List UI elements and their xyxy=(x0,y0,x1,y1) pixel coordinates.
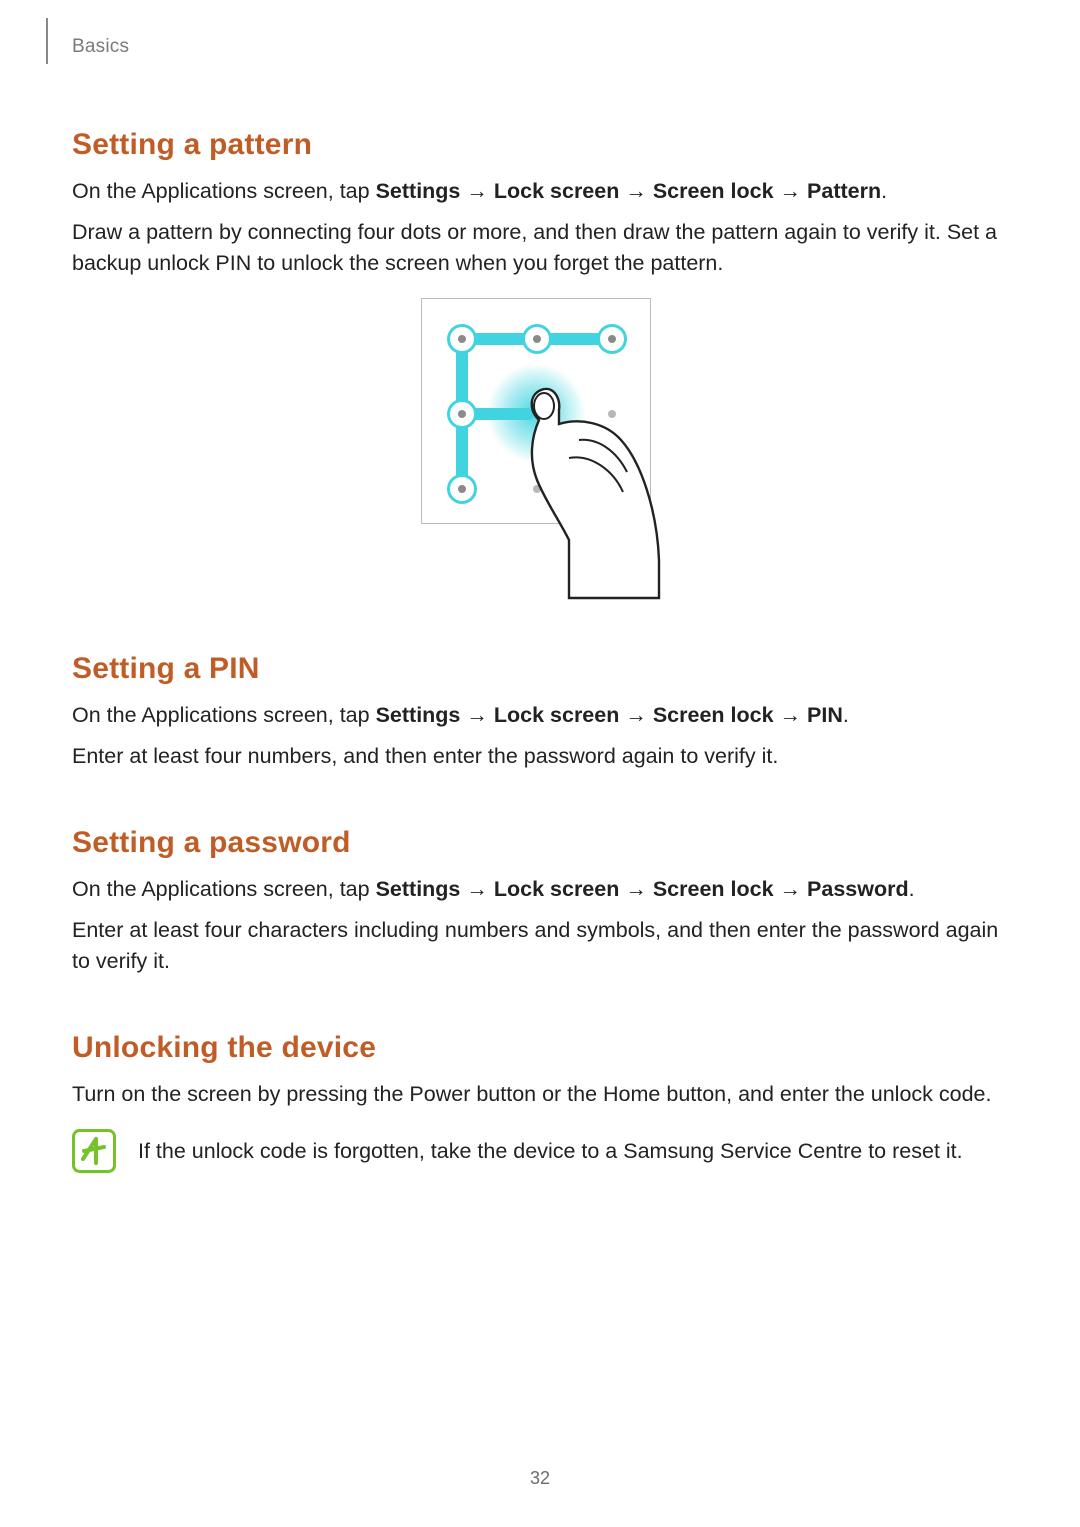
nav-item: Settings xyxy=(376,703,461,727)
hand-icon xyxy=(509,380,679,600)
arrow-icon: → xyxy=(466,703,488,727)
unlock-body: Turn on the screen by pressing the Power… xyxy=(72,1079,1000,1110)
nav-item: Lock screen xyxy=(494,877,619,901)
note-text: If the unlock code is forgotten, take th… xyxy=(138,1136,963,1166)
text: . xyxy=(909,877,915,901)
page-number: 32 xyxy=(0,1468,1080,1489)
nav-item: Screen lock xyxy=(653,179,774,203)
nav-item: Settings xyxy=(376,179,461,203)
text: . xyxy=(881,179,887,203)
note-icon xyxy=(72,1129,116,1173)
pattern-dot xyxy=(447,399,477,429)
pattern-body: Draw a pattern by connecting four dots o… xyxy=(72,217,1000,279)
heading-pattern: Setting a pattern xyxy=(72,128,1000,162)
nav-item: Screen lock xyxy=(653,703,774,727)
nav-item: Settings xyxy=(376,877,461,901)
password-nav: On the Applications screen, tap Settings… xyxy=(72,874,1000,905)
text: . xyxy=(843,703,849,727)
pattern-figure xyxy=(72,298,1000,598)
nav-item: Lock screen xyxy=(494,703,619,727)
arrow-icon: → xyxy=(466,877,488,901)
nav-item: Password xyxy=(807,877,909,901)
arrow-icon: → xyxy=(780,703,802,727)
heading-unlock: Unlocking the device xyxy=(72,1031,1000,1065)
arrow-icon: → xyxy=(780,179,802,203)
pin-nav: On the Applications screen, tap Settings… xyxy=(72,700,1000,731)
text: On the Applications screen, tap xyxy=(72,877,376,901)
nav-item: Pattern xyxy=(807,179,881,203)
arrow-icon: → xyxy=(625,179,647,203)
arrow-icon: → xyxy=(780,877,802,901)
heading-pin: Setting a PIN xyxy=(72,652,1000,686)
note-row: If the unlock code is forgotten, take th… xyxy=(72,1129,1000,1173)
arrow-icon: → xyxy=(466,179,488,203)
nav-item: PIN xyxy=(807,703,843,727)
pin-body: Enter at least four numbers, and then en… xyxy=(72,741,1000,772)
text: On the Applications screen, tap xyxy=(72,703,376,727)
text: On the Applications screen, tap xyxy=(72,179,376,203)
breadcrumb: Basics xyxy=(72,36,129,58)
arrow-icon: → xyxy=(625,877,647,901)
content: Setting a pattern On the Applications sc… xyxy=(72,30,1000,1173)
pattern-nav: On the Applications screen, tap Settings… xyxy=(72,176,1000,207)
pattern-dot xyxy=(597,324,627,354)
pattern-dot xyxy=(522,324,552,354)
pattern-dot xyxy=(447,474,477,504)
header-divider xyxy=(46,18,48,64)
page: Basics Setting a pattern On the Applicat… xyxy=(0,0,1080,1527)
pattern-figure-inner xyxy=(421,298,651,598)
pattern-dot xyxy=(447,324,477,354)
heading-password: Setting a password xyxy=(72,826,1000,860)
nav-item: Lock screen xyxy=(494,179,619,203)
nav-item: Screen lock xyxy=(653,877,774,901)
password-body: Enter at least four characters including… xyxy=(72,915,1000,977)
arrow-icon: → xyxy=(625,703,647,727)
